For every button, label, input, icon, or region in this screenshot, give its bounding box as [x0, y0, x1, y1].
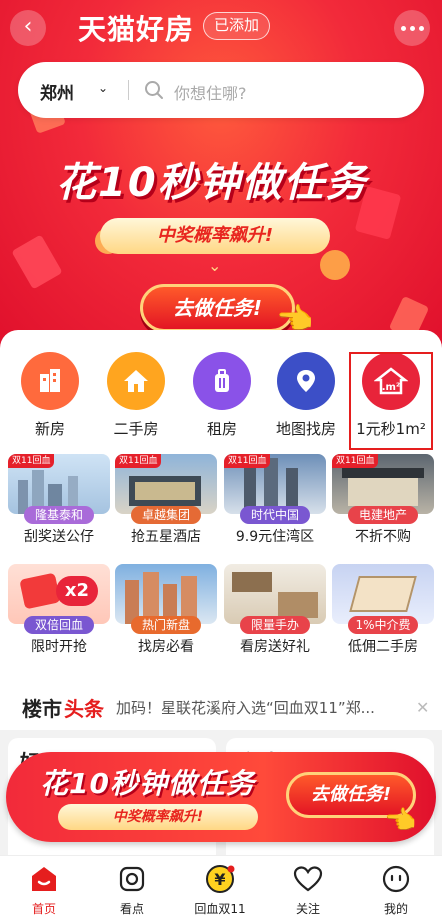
promo-tile[interactable]: 1%中介费 低佣二手房	[332, 564, 434, 655]
search-bar[interactable]: 郑州 ⌄ 你想住哪?	[18, 62, 424, 118]
tab-label: 看点	[119, 902, 144, 916]
category-second-hand[interactable]: 二手房	[93, 352, 179, 439]
category-label: 新房	[34, 420, 65, 438]
yen-coin-icon: ¥	[203, 862, 237, 896]
tile-tag: 双倍回血	[24, 616, 94, 634]
promo-tile[interactable]: 双11回血 卓越集团 抢五星酒店	[115, 454, 217, 545]
hero-headline: 花10秒钟做任务	[56, 160, 368, 206]
map-pin-icon	[277, 352, 335, 410]
news-ticker[interactable]: 楼市 头条 加码！星联花溪府入选“回血双11”郑...	[0, 685, 442, 729]
close-icon[interactable]: ✕	[416, 698, 429, 717]
corner-tag: 双11回血	[8, 454, 55, 468]
building-icon	[21, 352, 79, 410]
promo-tile[interactable]: 热门新盘 找房必看	[115, 564, 217, 655]
tile-tag: 1%中介费	[348, 616, 418, 634]
tile-label: 抢五星酒店	[131, 529, 201, 545]
search-divider	[128, 80, 129, 100]
tile-label: 看房送好礼	[240, 639, 310, 655]
x2-badge: x2	[56, 576, 98, 606]
added-badge[interactable]: 已添加	[203, 12, 271, 40]
corner-tag: 双11回血	[332, 454, 379, 468]
promo-tile[interactable]: 限量手办 看房送好礼	[224, 564, 326, 655]
news-headline[interactable]: 加码！星联花溪府入选“回血双11”郑...	[116, 697, 416, 718]
tile-tag: 电建地产	[348, 506, 418, 524]
tile-label: 限时开抢	[31, 639, 87, 655]
main-card: 新房 二手房 租房 地图找房 .m² 1元秒1m² 双11回血 隆基泰和 刮奖送…	[0, 330, 442, 730]
tab-home[interactable]: 首页	[0, 862, 88, 917]
more-button[interactable]	[394, 10, 430, 46]
back-button[interactable]: ‹	[10, 10, 46, 46]
tile-label: 低佣二手房	[348, 639, 418, 655]
tab-label: 首页	[31, 902, 56, 916]
floating-task-banner[interactable]: 花10秒钟做任务 中奖概率飙升! 去做任务! 👈	[6, 752, 436, 842]
search-input[interactable]: 你想住哪?	[174, 80, 247, 104]
decor-coin	[320, 250, 350, 280]
tile-image	[115, 564, 217, 624]
chevron-down-icon: ⌄	[208, 256, 222, 275]
bottom-tab-bar: 首页 看点 ¥ 回血双11 关注 我的	[0, 855, 442, 921]
tile-tag: 时代中国	[240, 506, 310, 524]
category-label: 二手房	[113, 420, 159, 438]
tile-tag: 隆基泰和	[24, 506, 94, 524]
banner-subline: 中奖概率飙升!	[58, 804, 258, 830]
tile-image	[224, 564, 326, 624]
tile-label: 9.9元住湾区	[235, 529, 315, 545]
banner-headline: 花10秒钟做任务	[40, 767, 255, 800]
category-label: 地图找房	[275, 420, 336, 438]
tile-tag: 限量手办	[240, 616, 310, 634]
tab-label: 关注	[295, 902, 320, 916]
promo-tile[interactable]: 双11回血 电建地产 不折不购	[332, 454, 434, 545]
top-bar: ‹ 天猫好房 已添加	[0, 0, 442, 52]
tile-image: x2	[8, 564, 110, 624]
category-map-search[interactable]: 地图找房	[263, 352, 349, 439]
house-icon	[107, 352, 165, 410]
heart-icon	[291, 862, 325, 896]
home-icon	[27, 862, 61, 896]
tile-label: 不折不购	[355, 529, 411, 545]
news-title-highlight: 头条	[64, 697, 104, 721]
hero-subline: 中奖概率飙升!	[100, 218, 330, 254]
do-task-button[interactable]: 去做任务!	[140, 284, 295, 332]
app-title: 天猫好房	[78, 13, 195, 46]
promo-tile[interactable]: 双11回血 时代中国 9.9元住湾区	[224, 454, 326, 545]
chevron-left-icon: ‹	[23, 14, 33, 39]
tab-double11[interactable]: ¥ 回血双11	[176, 862, 264, 917]
search-icon	[145, 81, 163, 99]
promo-tile[interactable]: 双11回血 隆基泰和 刮奖送公仔	[8, 454, 110, 545]
tile-tag: 热门新盘	[131, 616, 201, 634]
tab-label: 回血双11	[194, 902, 246, 916]
camera-icon	[115, 862, 149, 896]
tile-tag: 卓越集团	[131, 506, 201, 524]
tab-mine[interactable]: 我的	[352, 862, 440, 917]
category-label: 租房	[206, 420, 237, 438]
tab-highlights[interactable]: 看点	[88, 862, 176, 917]
hero-banner: ‹ 天猫好房 已添加 郑州 ⌄ 你想住哪? 花10秒钟做任务 中奖概率飙升! ⌄…	[0, 0, 442, 350]
category-rent[interactable]: 租房	[179, 352, 265, 439]
category-new-house[interactable]: 新房	[7, 352, 93, 439]
highlight-box	[349, 352, 433, 450]
tile-label: 刮奖送公仔	[24, 529, 94, 545]
face-icon	[379, 862, 413, 896]
svg-text:¥: ¥	[214, 870, 225, 889]
suitcase-icon	[193, 352, 251, 410]
pointing-hand-icon: 👈	[384, 806, 417, 836]
news-title: 楼市	[22, 697, 62, 721]
tile-label: 找房必看	[138, 639, 194, 655]
chevron-down-icon: ⌄	[98, 81, 109, 95]
promo-tile[interactable]: x2 双倍回血 限时开抢	[8, 564, 110, 655]
decor-envelope	[11, 234, 63, 290]
more-dots-icon	[400, 25, 424, 31]
tab-follow[interactable]: 关注	[264, 862, 352, 917]
tab-label: 我的	[383, 902, 408, 916]
red-envelope-icon	[19, 572, 61, 610]
city-selector[interactable]: 郑州	[40, 79, 74, 104]
tile-image	[332, 564, 434, 624]
corner-tag: 双11回血	[224, 454, 271, 468]
corner-tag: 双11回血	[115, 454, 162, 468]
